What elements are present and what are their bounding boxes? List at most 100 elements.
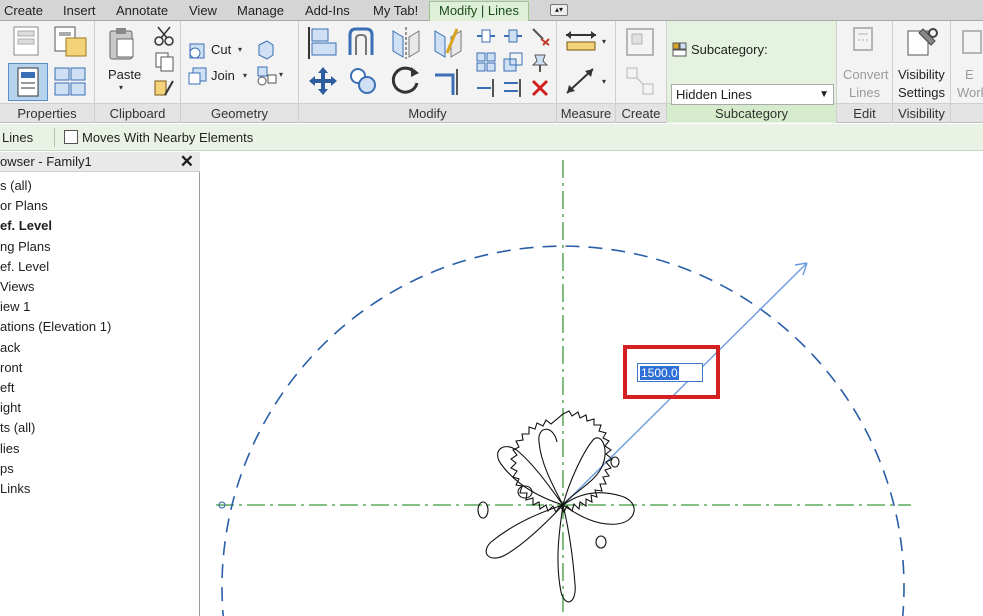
match-properties-icon[interactable] (153, 77, 175, 99)
moves-with-nearby-checkbox[interactable] (64, 130, 78, 144)
rotate-icon[interactable] (389, 63, 423, 97)
mirror-draw-axis-icon[interactable] (431, 25, 467, 61)
moves-with-nearby-label[interactable]: Moves With Nearby Elements (82, 130, 253, 145)
tab-insert[interactable]: Insert (61, 2, 98, 21)
close-icon[interactable]: ✕ (180, 152, 194, 172)
browser-tree-item[interactable]: s (all) (0, 176, 32, 196)
visibility-settings-icon[interactable] (905, 25, 939, 59)
browser-tree-item[interactable]: or Plans (0, 196, 48, 216)
scissors-icon[interactable] (153, 25, 175, 47)
panel-title-subcategory: Subcategory (667, 103, 836, 122)
browser-tree-item[interactable]: ef. Level (0, 257, 49, 277)
array-icon[interactable] (475, 51, 497, 73)
options-bar: Lines Moves With Nearby Elements (0, 124, 983, 151)
wall-joins-icon[interactable] (255, 39, 277, 61)
browser-tree-item[interactable]: iew 1 (0, 297, 30, 317)
copy-icon[interactable] (153, 51, 175, 73)
panel-title-properties: Properties (0, 103, 94, 122)
measure-dropdown-icon[interactable]: ▾ (602, 37, 606, 46)
convert-lines-icon[interactable] (851, 26, 877, 54)
convert-lines-label-1[interactable]: Convert (843, 67, 889, 82)
subcategory-select[interactable]: Hidden Lines ▼ (671, 84, 834, 105)
measure-dropdown-icon-2[interactable]: ▾ (602, 77, 606, 86)
measure-between-references-icon[interactable] (563, 29, 599, 53)
project-browser-header: owser - Family1 ✕ (0, 152, 200, 172)
options-bar-lines-label: Lines (2, 130, 34, 145)
panel-title-clipboard: Clipboard (95, 103, 180, 122)
family-types-icon[interactable] (10, 25, 46, 59)
offset-icon[interactable] (346, 25, 382, 61)
paste-icon[interactable] (107, 26, 137, 62)
browser-tree-item[interactable]: ef. Level (0, 216, 52, 236)
type-properties-icon[interactable] (52, 65, 88, 101)
paste-dropdown-icon[interactable]: ▾ (119, 83, 123, 92)
tab-my-tab[interactable]: My Tab! (371, 2, 420, 21)
browser-tree-item[interactable]: Links (0, 479, 30, 499)
browser-tree-item[interactable]: ng Plans (0, 237, 51, 257)
split-face-icon[interactable]: ▾ (255, 65, 287, 87)
unpin-icon[interactable] (529, 25, 551, 47)
scale-icon[interactable] (502, 51, 524, 73)
tab-manage[interactable]: Manage (235, 2, 286, 21)
browser-tree-item[interactable]: ront (0, 358, 22, 378)
tab-annotate[interactable]: Annotate (114, 2, 170, 21)
work-plane-label-1[interactable]: E (965, 67, 974, 82)
options-bar-divider (54, 128, 55, 147)
panel-measure: ▾ ▾ Measure (557, 21, 616, 123)
split-with-gap-icon[interactable] (502, 25, 524, 47)
join-label[interactable]: Join (211, 68, 235, 83)
split-element-icon[interactable] (475, 25, 497, 47)
browser-tree-item[interactable]: ight (0, 398, 21, 418)
family-category-icon[interactable] (52, 24, 88, 60)
measure-along-element-icon[interactable] (563, 65, 599, 97)
browser-tree-item[interactable]: ack (0, 338, 20, 358)
tab-add-ins[interactable]: Add-Ins (303, 2, 352, 21)
visibility-settings-label-2[interactable]: Settings (898, 85, 945, 100)
create-group-icon[interactable] (624, 25, 658, 59)
browser-tree-item[interactable]: eft (0, 378, 14, 398)
copy-element-icon[interactable] (347, 65, 379, 97)
trim-extend-single-icon[interactable] (475, 77, 497, 99)
create-similar-icon[interactable] (624, 65, 658, 97)
browser-tree-item[interactable]: Views (0, 277, 34, 297)
properties-button[interactable] (8, 63, 48, 101)
cut-dropdown-icon[interactable]: ▾ (238, 45, 242, 54)
panel-title-modify: Modify (299, 103, 556, 122)
pin-icon[interactable] (529, 51, 551, 73)
tab-create[interactable]: Create (2, 2, 45, 21)
mirror-pick-axis-icon[interactable] (389, 25, 425, 61)
dimension-value-input[interactable]: 1500.0 (637, 363, 703, 382)
project-browser-title: owser - Family1 (0, 154, 92, 169)
ribbon-tab-bar: Create Insert Annotate View Manage Add-I… (0, 0, 983, 21)
browser-tree-item[interactable]: ts (all) (0, 418, 35, 438)
paste-label[interactable]: Paste (108, 67, 141, 82)
panel-properties: Properties (0, 21, 95, 123)
panel-work-plane-cutoff: E Work (951, 21, 983, 123)
align-icon[interactable] (304, 25, 340, 61)
dimension-value-text: 1500.0 (640, 366, 679, 380)
trim-extend-multiple-icon[interactable] (502, 77, 524, 99)
delete-icon[interactable] (529, 77, 551, 99)
panel-title-geometry: Geometry (181, 103, 298, 122)
work-plane-label-2[interactable]: Work (957, 85, 983, 100)
work-plane-icon[interactable] (959, 27, 983, 55)
ribbon-minimize-toggle[interactable]: ▴▾ (550, 4, 568, 16)
panel-visibility: Visibility Settings Visibility (893, 21, 951, 123)
browser-tree-item[interactable]: ps (0, 459, 14, 479)
move-icon[interactable] (307, 65, 339, 97)
tab-view[interactable]: View (187, 2, 219, 21)
browser-tree-item[interactable]: ations (Elevation 1) (0, 317, 111, 337)
drawing-canvas[interactable] (201, 152, 983, 616)
trim-extend-corner-icon[interactable] (431, 65, 463, 97)
panel-geometry: Cut ▾ Join ▾ ▾ Geometry (181, 21, 299, 123)
browser-tree-item[interactable]: lies (0, 439, 20, 459)
tree-symbol[interactable] (477, 410, 635, 603)
convert-lines-label-2[interactable]: Lines (849, 85, 880, 100)
drawing-svg[interactable] (201, 152, 983, 616)
tab-modify-lines[interactable]: Modify | Lines (429, 1, 529, 21)
visibility-settings-label-1[interactable]: Visibility (898, 67, 945, 82)
cut-geometry-icon[interactable] (187, 41, 209, 61)
join-geometry-icon[interactable] (187, 66, 209, 86)
join-dropdown-icon[interactable]: ▾ (243, 71, 247, 80)
cut-label[interactable]: Cut (211, 42, 231, 57)
